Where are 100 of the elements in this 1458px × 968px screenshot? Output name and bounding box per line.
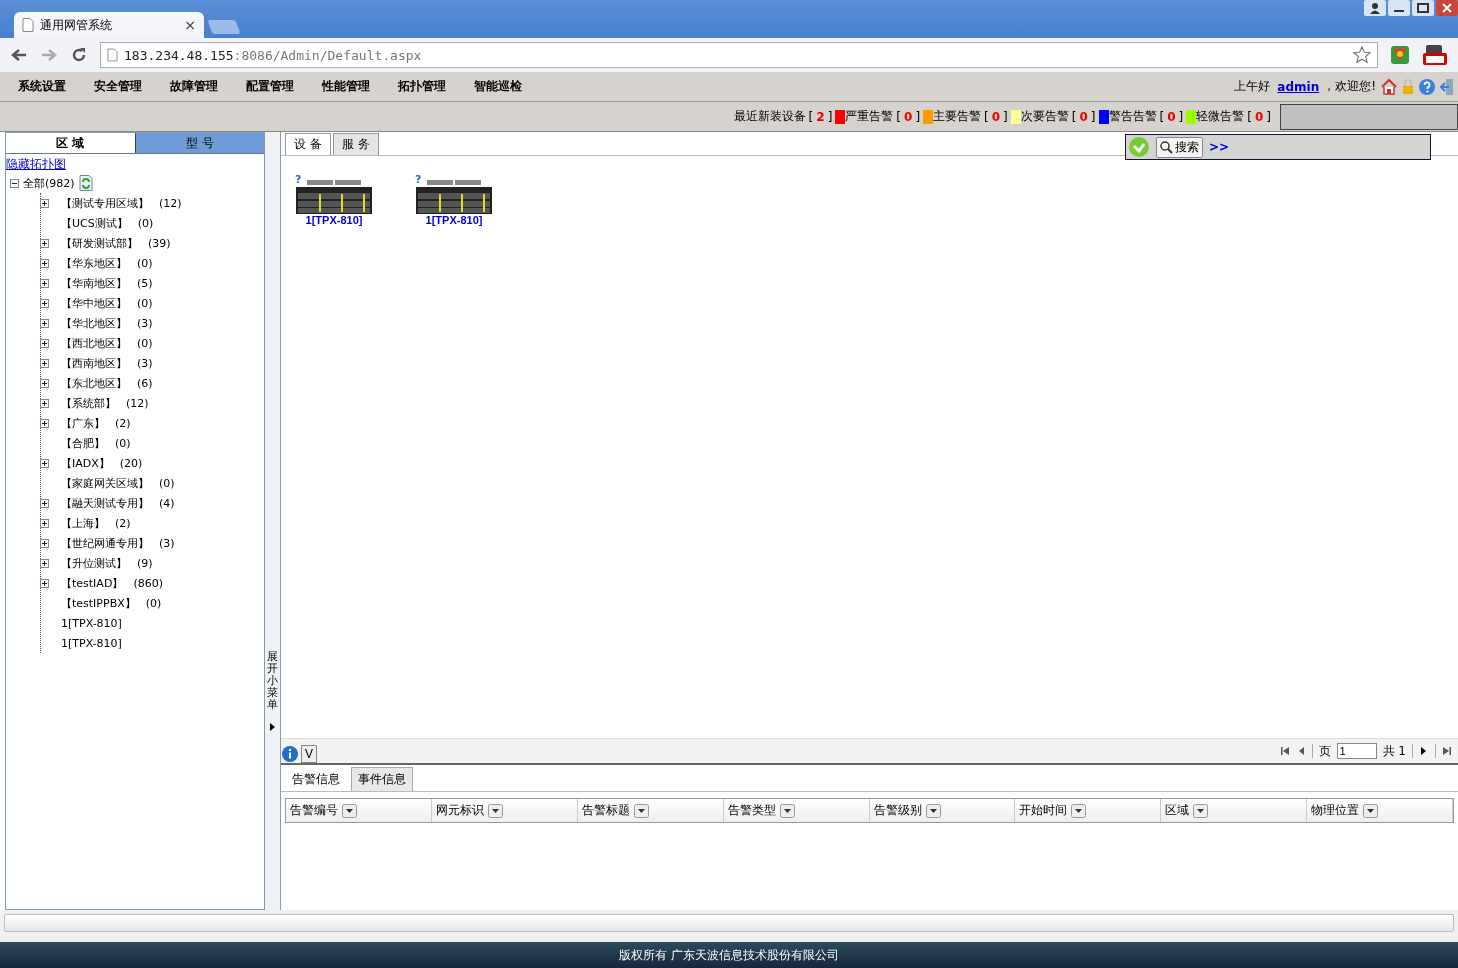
expand-icon[interactable] xyxy=(40,458,49,468)
tree-node[interactable]: 【升位测试】 xyxy=(61,555,127,571)
user-link[interactable]: admin xyxy=(1277,79,1320,94)
view-tab[interactable]: 设 备 xyxy=(285,133,331,155)
expand-icon[interactable] xyxy=(40,318,49,328)
close-tab-button[interactable]: × xyxy=(184,17,196,33)
dropdown-icon[interactable] xyxy=(779,803,795,818)
column-header[interactable]: 告警标题 xyxy=(577,799,724,822)
extension-icon[interactable] xyxy=(1390,45,1410,65)
tree-node[interactable]: 【testIAD】 xyxy=(61,575,124,591)
column-header[interactable]: 物理位置 xyxy=(1307,799,1453,822)
dropdown-icon[interactable] xyxy=(487,803,503,818)
panel-tab[interactable]: 型 号 xyxy=(134,133,264,153)
first-page-icon[interactable] xyxy=(1279,746,1290,756)
tree-node[interactable]: 【家庭网关区域】 xyxy=(61,475,149,491)
dropdown-icon[interactable] xyxy=(1071,803,1087,818)
tree-node[interactable]: 1[TPX-810] xyxy=(61,616,122,630)
expand-link[interactable]: >> xyxy=(1209,140,1230,154)
expand-icon[interactable] xyxy=(40,198,49,208)
scrollbar[interactable] xyxy=(4,914,1454,932)
toggle-button[interactable]: V xyxy=(301,745,317,763)
info-icon[interactable] xyxy=(281,745,299,763)
info-tab[interactable]: 事件信息 xyxy=(351,767,413,791)
tree-node[interactable]: 【IADX】 xyxy=(61,455,110,471)
hide-topology-link[interactable]: 隐藏拓扑图 xyxy=(6,156,264,173)
expand-menu-label[interactable]: 展开小菜单 xyxy=(267,310,278,712)
home-icon[interactable] xyxy=(1380,77,1398,96)
tree-node[interactable]: 【测试专用区域】 xyxy=(61,195,149,211)
tree-node[interactable]: 1[TPX-810] xyxy=(61,636,122,650)
refresh-icon[interactable] xyxy=(78,175,93,191)
close-icon[interactable] xyxy=(1436,0,1458,16)
menu-item[interactable]: 故障管理 xyxy=(170,78,218,95)
column-header[interactable]: 告警类型 xyxy=(723,799,870,822)
expand-arrow-icon[interactable] xyxy=(270,723,275,732)
menu-item[interactable]: 配置管理 xyxy=(246,78,294,95)
column-header[interactable]: 告警级别 xyxy=(869,799,1016,822)
menu-item[interactable]: 性能管理 xyxy=(322,78,370,95)
device-label[interactable]: 1[TPX-810] xyxy=(425,214,483,226)
user-icon[interactable] xyxy=(1364,0,1386,16)
tree-node[interactable]: 【UCS测试】 xyxy=(61,215,128,231)
tree-node[interactable]: 【融天测试专用】 xyxy=(61,495,149,511)
dropdown-icon[interactable] xyxy=(633,803,649,818)
column-header[interactable]: 网元标识 xyxy=(431,799,578,822)
last-page-icon[interactable] xyxy=(1442,746,1452,756)
expand-icon[interactable] xyxy=(40,238,49,248)
logout-icon[interactable] xyxy=(1440,77,1454,96)
view-tab[interactable]: 服 务 xyxy=(332,133,379,155)
column-header[interactable]: 开始时间 xyxy=(1015,799,1162,822)
star-icon[interactable] xyxy=(1353,46,1371,64)
tree-node[interactable]: 【华北地区】 xyxy=(61,315,127,331)
check-icon[interactable] xyxy=(1128,136,1150,158)
tree-node[interactable]: 【系统部】 xyxy=(61,395,116,411)
address-bar[interactable]: 183.234.48.155:8086/Admin/Default.aspx xyxy=(100,42,1378,68)
menu-item[interactable]: 安全管理 xyxy=(94,78,142,95)
expand-icon[interactable] xyxy=(40,338,49,348)
expand-icon[interactable] xyxy=(40,278,49,288)
page-input[interactable]: 1 xyxy=(1336,743,1377,759)
menu-item[interactable]: 系统设置 xyxy=(18,78,66,95)
tree-node[interactable]: 【西北地区】 xyxy=(61,335,127,351)
expand-icon[interactable] xyxy=(40,578,49,588)
expand-icon[interactable] xyxy=(40,558,49,568)
dropdown-icon[interactable] xyxy=(342,803,357,818)
help-icon[interactable] xyxy=(1418,77,1436,96)
expand-icon[interactable] xyxy=(40,518,49,528)
expand-icon[interactable] xyxy=(40,498,49,508)
tree-node[interactable]: 【华南地区】 xyxy=(61,275,127,291)
tree-node[interactable]: 【西南地区】 xyxy=(61,355,127,371)
extension-icon[interactable] xyxy=(1422,44,1448,66)
menu-item[interactable]: 拓扑管理 xyxy=(398,78,446,95)
expand-icon[interactable] xyxy=(40,538,49,548)
column-header[interactable]: 区域 xyxy=(1161,799,1308,822)
splitter-bar[interactable]: 展开小菜单 xyxy=(265,132,280,910)
browser-tab[interactable]: 通用网管系统 × xyxy=(14,12,204,38)
tree-node[interactable]: 【华东地区】 xyxy=(61,255,127,271)
tree-node[interactable]: 【华中地区】 xyxy=(61,295,127,311)
back-icon[interactable] xyxy=(10,47,28,63)
tree-node[interactable]: 【合肥】 xyxy=(61,435,105,451)
expand-icon[interactable] xyxy=(40,418,49,428)
tree-node[interactable]: 【上海】 xyxy=(61,515,105,531)
maximize-icon[interactable] xyxy=(1412,0,1434,16)
minimize-icon[interactable] xyxy=(1388,0,1410,16)
column-header[interactable]: 告警编号 xyxy=(286,799,432,822)
search-button[interactable]: 搜索 xyxy=(1156,136,1203,158)
expand-icon[interactable] xyxy=(40,398,49,408)
dropdown-icon[interactable] xyxy=(1363,803,1379,818)
tree-node[interactable]: 【广东】 xyxy=(61,415,105,431)
device-label[interactable]: 1[TPX-810] xyxy=(305,214,363,226)
expand-icon[interactable] xyxy=(40,298,49,308)
menu-item[interactable]: 智能巡检 xyxy=(474,78,522,95)
tree-node[interactable]: 【研发测试部】 xyxy=(61,235,138,251)
dropdown-icon[interactable] xyxy=(925,803,941,818)
tree-node[interactable]: 【世纪网通专用】 xyxy=(61,535,149,551)
expand-icon[interactable] xyxy=(40,258,49,268)
reload-icon[interactable] xyxy=(70,46,88,64)
tree-node[interactable]: 【东北地区】 xyxy=(61,375,127,391)
expand-icon[interactable] xyxy=(40,378,49,388)
dropdown-icon[interactable] xyxy=(1193,803,1209,818)
expand-icon[interactable] xyxy=(40,358,49,368)
tree-node[interactable]: 【testIPPBX】 xyxy=(61,595,136,611)
tree-node[interactable]: 全部(982) xyxy=(23,175,75,191)
